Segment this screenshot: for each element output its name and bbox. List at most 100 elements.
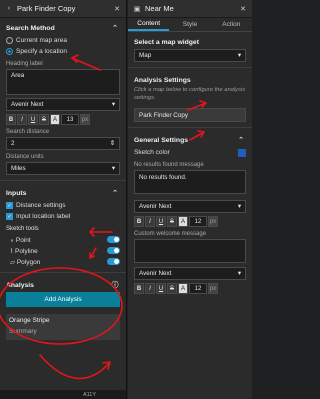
search-distance-value: 2 (11, 140, 15, 147)
tab-content[interactable]: Content (128, 18, 170, 31)
no-results-input[interactable]: No results found. (134, 170, 246, 194)
chevron-up-icon[interactable]: ⌃ (110, 188, 120, 198)
option-label: Specify a location (16, 48, 67, 55)
checkbox[interactable]: ✓ (6, 213, 13, 220)
search-method-header[interactable]: Search Method ⌃ (6, 21, 120, 35)
option-specify-location[interactable]: Specify a location (6, 46, 120, 57)
panel-title: Near Me (145, 4, 174, 13)
analysis-settings-title: Analysis Settings (134, 76, 191, 84)
input-location-label-checkbox-row[interactable]: ✓ Input location label (6, 211, 120, 222)
distance-units-select[interactable]: Miles ▾ (6, 162, 120, 175)
chevron-down-icon: ▾ (111, 101, 115, 108)
italic-button[interactable]: I (145, 283, 155, 294)
map-card[interactable]: Park Finder Copy (134, 108, 246, 122)
heading-value: Area (11, 72, 25, 79)
font-size-input[interactable]: 12 (189, 216, 207, 227)
general-settings-section: General Settings ⌃ Sketch color No resul… (128, 130, 252, 297)
text-format-toolbar: B I U S A 13 px (6, 114, 120, 125)
custom-welcome-input[interactable] (134, 239, 246, 263)
heading-label-label: Heading label (6, 61, 43, 67)
analysis-card[interactable]: Orange Stripe Summary (6, 314, 120, 340)
sketch-color-label: Sketch color (134, 149, 170, 156)
map-select[interactable]: Map ▾ (134, 49, 246, 62)
toggle[interactable] (107, 258, 120, 265)
toggle[interactable] (107, 247, 120, 254)
tab-action[interactable]: Action (211, 18, 252, 31)
font-size-input[interactable]: 13 (61, 114, 79, 125)
inputs-header[interactable]: Inputs ⌃ (6, 186, 120, 200)
select-widget-label: Select a map widget (134, 38, 199, 46)
analysis-card-title: Orange Stripe (9, 317, 50, 324)
chevron-up-icon[interactable]: ⌃ (236, 135, 246, 145)
font-color-button[interactable]: A (50, 114, 60, 125)
italic-button[interactable]: I (145, 216, 155, 227)
analysis-title: Analysis (6, 281, 34, 289)
divider (128, 127, 252, 128)
font-select[interactable]: Avenir Next ▾ (134, 200, 246, 213)
bold-button[interactable]: B (6, 114, 16, 125)
panel-title: Park Finder Copy (17, 4, 76, 13)
font-select[interactable]: Avenir Next ▾ (6, 98, 120, 111)
divider (128, 67, 252, 68)
back-arrow-icon[interactable]: ‹ (4, 4, 14, 14)
tool-point[interactable]: ∘ Point (6, 234, 120, 245)
underline-button[interactable]: U (156, 216, 166, 227)
point-icon: ∘ (10, 236, 15, 244)
close-icon[interactable]: ✕ (238, 4, 248, 14)
unit-label: px (208, 216, 218, 227)
widget-panel: ▣ Near Me ✕ Content Style Action Select … (128, 0, 252, 399)
font-size-input[interactable]: 12 (189, 283, 207, 294)
map-card-label: Park Finder Copy (139, 111, 188, 119)
analysis-hint: Click a map below to configure the analy… (134, 87, 246, 101)
analysis-section: Analysis ⓘ Add Analysis (0, 275, 126, 310)
font-color-button[interactable]: A (178, 216, 188, 227)
stepper-icon[interactable]: ⇕ (110, 140, 115, 147)
tab-style[interactable]: Style (169, 18, 210, 31)
inputs-section: Inputs ⌃ ✓ Distance settings ✓ Input loc… (0, 183, 126, 270)
chevron-down-icon: ▾ (237, 270, 241, 277)
polygon-icon: ▱ (10, 258, 15, 266)
strike-button[interactable]: S (39, 114, 49, 125)
search-method-title: Search Method (6, 24, 55, 32)
tool-polygon[interactable]: ▱ Polygon (6, 256, 120, 267)
option-current-map-area[interactable]: Current map area (6, 35, 120, 46)
font-select[interactable]: Avenir Next ▾ (134, 267, 246, 280)
strike-button[interactable]: S (167, 283, 177, 294)
checkbox-label: Input location label (16, 213, 71, 220)
underline-button[interactable]: U (28, 114, 38, 125)
distance-units-label: Distance units (6, 154, 44, 160)
strike-button[interactable]: S (167, 216, 177, 227)
info-icon[interactable]: ⓘ (110, 280, 120, 290)
bold-button[interactable]: B (134, 216, 144, 227)
tool-polyline[interactable]: ⌇ Polyline (6, 245, 120, 256)
font-color-button[interactable]: A (178, 283, 188, 294)
heading-input[interactable]: Area (6, 69, 120, 95)
italic-button[interactable]: I (17, 114, 27, 125)
footer-bar: A11Y (0, 390, 126, 399)
analysis-header: Analysis ⓘ (6, 278, 120, 292)
radio[interactable] (6, 37, 13, 44)
radio-selected[interactable] (6, 48, 13, 55)
sketch-tools-label: Sketch tools (6, 226, 39, 232)
chevron-down-icon: ▾ (111, 165, 115, 172)
chevron-up-icon[interactable]: ⌃ (110, 23, 120, 33)
checkbox[interactable]: ✓ (6, 202, 13, 209)
toggle[interactable] (107, 236, 120, 243)
add-analysis-button[interactable]: Add Analysis (6, 292, 120, 307)
underline-button[interactable]: U (156, 283, 166, 294)
text-format-toolbar: B I U S A 12 px (134, 283, 246, 294)
bold-button[interactable]: B (134, 283, 144, 294)
general-settings-header[interactable]: General Settings ⌃ (134, 133, 246, 147)
no-results-label: No results found message (134, 162, 204, 168)
chevron-down-icon: ▾ (237, 52, 241, 59)
divider (0, 180, 126, 181)
distance-settings-checkbox-row[interactable]: ✓ Distance settings (6, 200, 120, 211)
font-value: Avenir Next (139, 203, 172, 210)
search-distance-input[interactable]: 2 ⇕ (6, 137, 120, 150)
map-value: Map (139, 52, 152, 59)
tabs: Content Style Action (128, 18, 252, 32)
inputs-title: Inputs (6, 189, 27, 197)
close-icon[interactable]: ✕ (112, 4, 122, 14)
sketch-color-row: Sketch color (134, 147, 246, 158)
sketch-color-swatch[interactable] (238, 148, 246, 157)
